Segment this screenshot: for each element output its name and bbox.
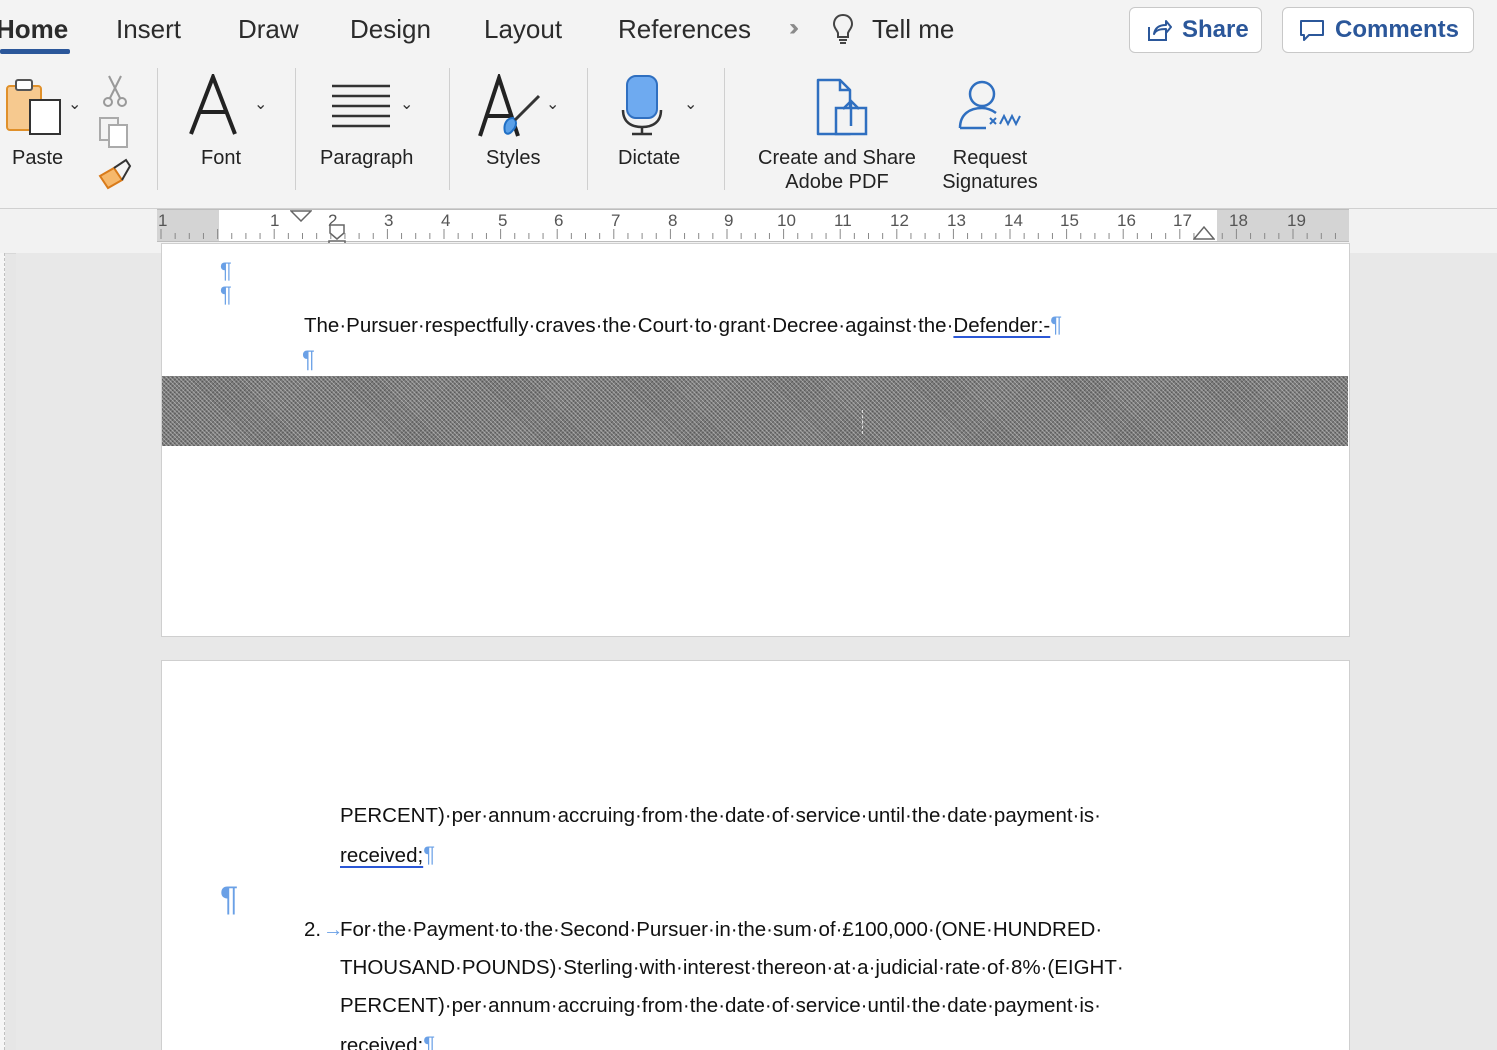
item-2-line-3[interactable]: PERCENT)·per·annum·accruing·from·the·dat… <box>340 994 1212 1018</box>
interest-text-a: PERCENT)·per·annum·accruing·from·the·dat… <box>340 804 1102 827</box>
ribbon-home: ⌄ Paste ⌄ Font ⌄ Paragraph ⌄ Styles ⌄ Di… <box>0 62 1497 209</box>
format-painter-icon[interactable] <box>98 158 132 192</box>
ruler-number: 11 <box>834 211 852 230</box>
paragraph-mark: ¶ <box>220 282 232 307</box>
share-icon <box>1148 20 1172 41</box>
ruler-number: 3 <box>384 211 394 230</box>
paste-clipboard-icon[interactable] <box>4 76 64 136</box>
paste-options-chevron-icon[interactable]: ⌄ <box>68 94 81 114</box>
word-window: Home Insert Draw Design Layout Reference… <box>0 0 1497 1050</box>
ruler-number: 10 <box>777 211 796 230</box>
request-signatures-label-line1[interactable]: Request <box>934 146 1046 170</box>
paragraph-mark: ¶ <box>423 1032 436 1050</box>
share-label: Share <box>1182 16 1249 43</box>
paste-label[interactable]: Paste <box>12 146 63 170</box>
ruler-number: 9 <box>724 211 734 230</box>
item-2-line-1[interactable]: For·the·Payment·to·the·Second·Pursuer·in… <box>340 918 1212 942</box>
ruler-number: 17 <box>1173 211 1192 230</box>
vertical-ruler <box>0 253 5 1050</box>
ruler-number: 1 <box>270 211 280 230</box>
tab-references[interactable]: References <box>618 14 751 45</box>
tab-home[interactable]: Home <box>0 14 68 45</box>
font-a-icon[interactable] <box>188 74 238 136</box>
comments-label: Comments <box>1335 16 1460 43</box>
active-tab-indicator <box>0 49 70 54</box>
ribbon-separator <box>724 68 725 190</box>
item-2-line-2[interactable]: THOUSAND·POUNDS)·Sterling·with·interest·… <box>340 956 1212 980</box>
paragraph-mark: ¶ <box>423 842 436 867</box>
ruler-number: 14 <box>1004 211 1023 230</box>
cut-scissors-icon[interactable] <box>100 74 130 108</box>
ruler-number: 12 <box>890 211 909 230</box>
paragraph-mark: ¶ <box>1050 312 1063 337</box>
received-text: received; <box>340 1034 424 1050</box>
page-break-shading <box>162 376 1348 446</box>
font-chevron-icon[interactable]: ⌄ <box>254 94 267 114</box>
copy-icon[interactable] <box>98 116 132 150</box>
tab-insert[interactable]: Insert <box>116 14 181 45</box>
adobe-pdf-label-line2[interactable]: Adobe PDF <box>750 170 924 194</box>
ribbon-tab-bar: Home Insert Draw Design Layout Reference… <box>0 0 1497 62</box>
right-indent-marker-icon[interactable] <box>1193 224 1215 240</box>
tab-layout[interactable]: Layout <box>484 14 562 45</box>
item-2-line-4[interactable]: received;¶ <box>340 1032 435 1050</box>
comment-icon <box>1300 20 1324 41</box>
tell-me-search[interactable]: Tell me <box>872 14 954 45</box>
received-text: received; <box>340 844 424 867</box>
ruler-number: 5 <box>498 211 508 230</box>
more-tabs-chevron-icon[interactable]: ›› <box>789 14 799 42</box>
dictate-label[interactable]: Dictate <box>618 146 680 170</box>
ruler-number: 8 <box>668 211 678 230</box>
ruler-number: 19 <box>1287 211 1306 230</box>
paragraph-chevron-icon[interactable]: ⌄ <box>400 94 413 114</box>
paragraph-align-icon[interactable] <box>330 82 392 128</box>
ribbon-separator <box>587 68 588 190</box>
lightbulb-icon <box>832 13 854 44</box>
text-cursor <box>862 410 864 434</box>
defender-text: Defender:- <box>953 314 1051 337</box>
ruler-number: 16 <box>1117 211 1136 230</box>
dictate-chevron-icon[interactable]: ⌄ <box>684 94 697 114</box>
share-button[interactable]: Share <box>1129 7 1262 53</box>
paragraph-mark: ¶ <box>302 346 315 373</box>
tab-design[interactable]: Design <box>350 14 431 45</box>
paragraph-mark: ¶ <box>220 258 232 283</box>
ribbon-separator <box>157 68 158 190</box>
request-signature-icon[interactable] <box>956 78 1026 134</box>
interest-line-b[interactable]: received;¶ <box>340 842 435 868</box>
request-signatures-label-line2[interactable]: Signatures <box>934 170 1046 194</box>
crave-text: The·Pursuer·respectfully·craves·the·Cour… <box>304 314 954 337</box>
ruler-number: 18 <box>1229 211 1248 230</box>
styles-chevron-icon[interactable]: ⌄ <box>546 94 559 114</box>
ruler-number: 15 <box>1060 211 1079 230</box>
first-line-indent-marker-icon[interactable] <box>290 210 312 222</box>
crave-paragraph[interactable]: The·Pursuer·respectfully·craves·the·Cour… <box>304 312 1062 338</box>
microphone-icon[interactable] <box>620 74 666 136</box>
adobe-pdf-share-icon[interactable] <box>814 78 870 138</box>
ruler-number: 7 <box>611 211 621 230</box>
list-number: 2. <box>304 918 322 941</box>
font-label[interactable]: Font <box>201 146 241 170</box>
ribbon-separator <box>449 68 450 190</box>
ruler-number: 13 <box>947 211 966 230</box>
ribbon-separator <box>295 68 296 190</box>
ruler-number: 6 <box>554 211 564 230</box>
adobe-pdf-label-line1[interactable]: Create and Share <box>750 146 924 170</box>
interest-line-a[interactable]: PERCENT)·per·annum·accruing·from·the·dat… <box>340 804 1101 828</box>
paragraph-label[interactable]: Paragraph <box>320 146 413 170</box>
tab-draw[interactable]: Draw <box>238 14 299 45</box>
comments-button[interactable]: Comments <box>1282 7 1474 53</box>
styles-brush-icon[interactable] <box>477 74 541 138</box>
paragraph-mark: ¶ <box>220 880 239 918</box>
styles-label[interactable]: Styles <box>486 146 540 170</box>
ruler-number: 4 <box>441 211 451 230</box>
ruler-number: 1 <box>158 211 168 230</box>
